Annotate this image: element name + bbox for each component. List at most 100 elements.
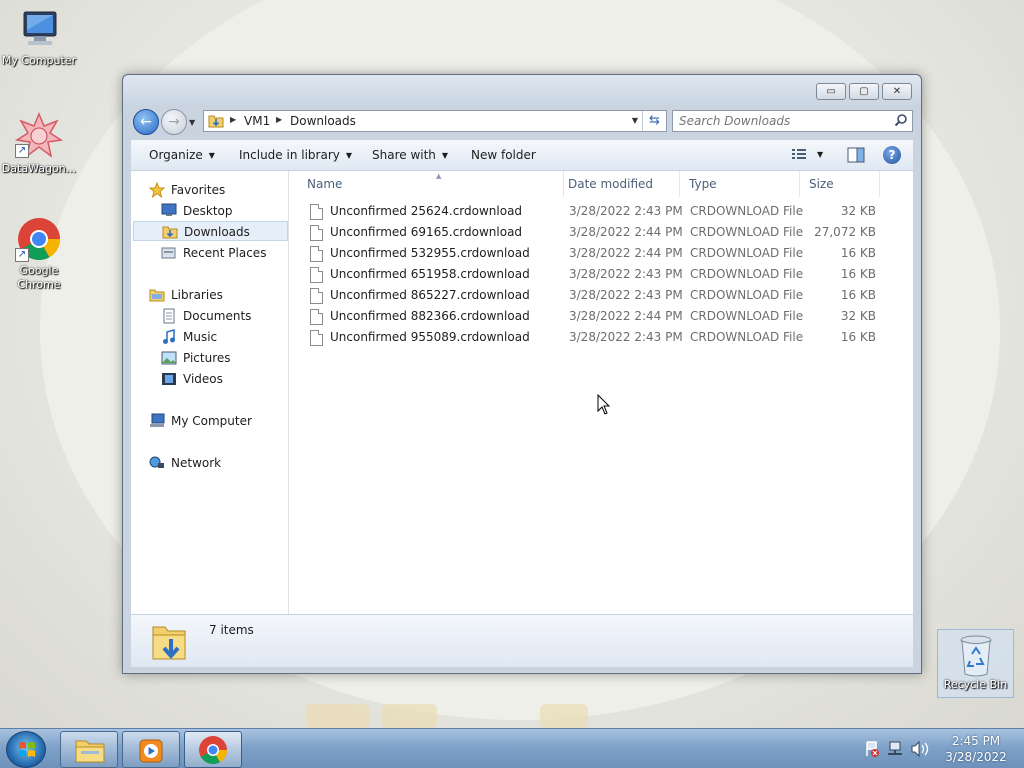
file-type: CRDOWNLOAD File xyxy=(690,309,804,323)
system-tray xyxy=(864,739,930,762)
libraries-icon xyxy=(149,289,165,302)
wallpaper-mark xyxy=(540,704,588,728)
file-icon xyxy=(310,204,323,220)
view-options-dropdown[interactable]: ▼ xyxy=(817,150,823,159)
back-button[interactable]: ← xyxy=(133,109,159,135)
file-name: Unconfirmed 651958.crdownload xyxy=(330,267,530,281)
breadcrumb-vm1[interactable]: VM1 xyxy=(244,114,270,128)
file-icon xyxy=(310,309,323,325)
title-bar[interactable]: ▭ ▢ ✕ xyxy=(123,75,921,105)
column-header-name[interactable]: ▲ Name xyxy=(298,171,564,197)
recent-pages-dropdown[interactable]: ▼ xyxy=(189,118,195,127)
network-icon xyxy=(149,456,164,468)
nav-label: Libraries xyxy=(171,288,223,302)
include-in-library-label: Include in library xyxy=(239,148,340,162)
file-row[interactable]: Unconfirmed 25624.crdownload 3/28/2022 2… xyxy=(298,201,890,222)
file-list-pane: ▲ Name Date modified Type Size Unconfirm… xyxy=(290,171,913,614)
forward-arrow-icon: → xyxy=(168,114,180,130)
search-input[interactable] xyxy=(679,114,884,128)
column-header-label: Name xyxy=(307,177,343,191)
command-bar: Organize ▼ Include in library ▼ Share with… xyxy=(131,140,913,171)
clock-time: 2:45 PM xyxy=(951,734,1001,748)
windows-logo-icon xyxy=(19,742,35,757)
include-in-library-button[interactable]: Include in library ▼ xyxy=(239,148,352,162)
desktop-icon-my-computer[interactable]: My Computer xyxy=(1,10,77,68)
search-box[interactable] xyxy=(672,110,913,132)
computer-icon xyxy=(150,413,165,427)
downloads-folder-icon xyxy=(152,626,186,660)
file-size: 16 KB xyxy=(840,246,876,260)
desktop-icon-datawagon[interactable]: ↗ DataWagon... xyxy=(1,112,77,176)
desktop-icon-label: DataWagon... xyxy=(1,162,77,175)
organize-button[interactable]: Organize ▼ xyxy=(149,148,215,162)
file-type: CRDOWNLOAD File xyxy=(690,288,804,302)
refresh-button[interactable]: ⇆ xyxy=(642,111,666,131)
network-status-icon xyxy=(888,741,902,755)
nav-label: Network xyxy=(171,456,222,470)
nav-label: Videos xyxy=(183,372,223,386)
desktop-icon-label: Recycle Bin xyxy=(943,678,1008,691)
sort-ascending-icon: ▲ xyxy=(436,172,442,180)
file-name: Unconfirmed 882366.crdownload xyxy=(330,309,530,323)
preview-pane-icon[interactable] xyxy=(847,147,865,163)
share-with-button[interactable]: Share with ▼ xyxy=(372,148,448,162)
file-date: 3/28/2022 2:44 PM xyxy=(569,225,683,239)
shortcut-arrow-icon: ↗ xyxy=(15,144,29,158)
file-row[interactable]: Unconfirmed 882366.crdownload 3/28/2022 … xyxy=(298,306,890,327)
desktop-icon-recycle-bin[interactable]: Recycle Bin xyxy=(937,629,1014,698)
nav-label: Documents xyxy=(183,309,252,323)
column-header-size[interactable]: Size xyxy=(800,171,880,197)
item-count: 7 items xyxy=(209,623,254,637)
file-row[interactable]: Unconfirmed 865227.crdownload 3/28/2022 … xyxy=(298,285,890,306)
file-date: 3/28/2022 2:43 PM xyxy=(569,267,683,281)
address-bar[interactable]: ▶ VM1 ▶ Downloads ▼ ⇆ xyxy=(203,110,667,132)
search-icon[interactable] xyxy=(894,113,908,127)
file-type: CRDOWNLOAD File xyxy=(690,246,804,260)
file-row[interactable]: Unconfirmed 69165.crdownload 3/28/2022 2… xyxy=(298,222,890,243)
nav-item-downloads[interactable]: Downloads xyxy=(133,221,288,241)
file-size: 16 KB xyxy=(840,267,876,281)
new-folder-button[interactable]: New folder xyxy=(471,148,536,162)
breadcrumb-separator-icon: ▶ xyxy=(276,115,283,124)
taskbar-windows-explorer[interactable] xyxy=(60,731,118,768)
music-icon xyxy=(163,329,175,344)
file-row[interactable]: Unconfirmed 651958.crdownload 3/28/2022 … xyxy=(298,264,890,285)
minimize-button[interactable]: ▭ xyxy=(816,83,846,100)
desktop-icon-google-chrome[interactable]: ↗ Google Chrome xyxy=(1,216,77,292)
help-button[interactable]: ? xyxy=(883,146,901,164)
nav-label: Music xyxy=(183,330,218,344)
nav-label: Downloads xyxy=(184,225,250,239)
chevron-down-icon: ▼ xyxy=(345,151,353,160)
column-header-label: Type xyxy=(689,177,717,191)
maximize-button[interactable]: ▢ xyxy=(849,83,879,100)
file-row[interactable]: Unconfirmed 955089.crdownload 3/28/2022 … xyxy=(298,327,890,348)
volume-icon xyxy=(911,740,929,758)
details-pane: 7 items xyxy=(131,614,913,667)
forward-button[interactable]: → xyxy=(161,109,187,135)
recycle-bin-icon xyxy=(960,635,991,677)
file-row[interactable]: Unconfirmed 532955.crdownload 3/28/2022 … xyxy=(298,243,890,264)
wallpaper-mark xyxy=(382,704,437,728)
breadcrumb-downloads[interactable]: Downloads xyxy=(290,114,356,128)
taskbar-media-player[interactable] xyxy=(122,731,180,768)
tray-icons xyxy=(866,740,929,758)
content-area: Favorites Desktop Downloads Recent Place… xyxy=(131,171,913,614)
close-button[interactable]: ✕ xyxy=(882,83,912,100)
nav-label: My Computer xyxy=(171,414,252,428)
column-header-type[interactable]: Type xyxy=(680,171,800,197)
downloads-folder-icon xyxy=(208,115,224,128)
chevron-down-icon: ▼ xyxy=(208,151,215,160)
clock[interactable]: 2:45 PM 3/28/2022 xyxy=(936,733,1016,765)
column-header-label: Size xyxy=(809,177,834,191)
start-button[interactable] xyxy=(6,731,46,768)
file-date: 3/28/2022 2:43 PM xyxy=(569,330,683,344)
column-header-date-modified[interactable]: Date modified xyxy=(559,171,680,197)
organize-label: Organize xyxy=(149,148,203,162)
navigation-bar: ← → ▼ ▶ VM1 ▶ Downloads ▼ ⇆ xyxy=(131,106,913,136)
file-type: CRDOWNLOAD File xyxy=(690,267,804,281)
address-dropdown-icon[interactable]: ▼ xyxy=(632,116,638,125)
recent-places-icon xyxy=(161,247,176,259)
taskbar-google-chrome[interactable] xyxy=(184,731,242,768)
change-view-icon[interactable] xyxy=(791,147,807,161)
minimize-icon: ▭ xyxy=(826,86,836,97)
